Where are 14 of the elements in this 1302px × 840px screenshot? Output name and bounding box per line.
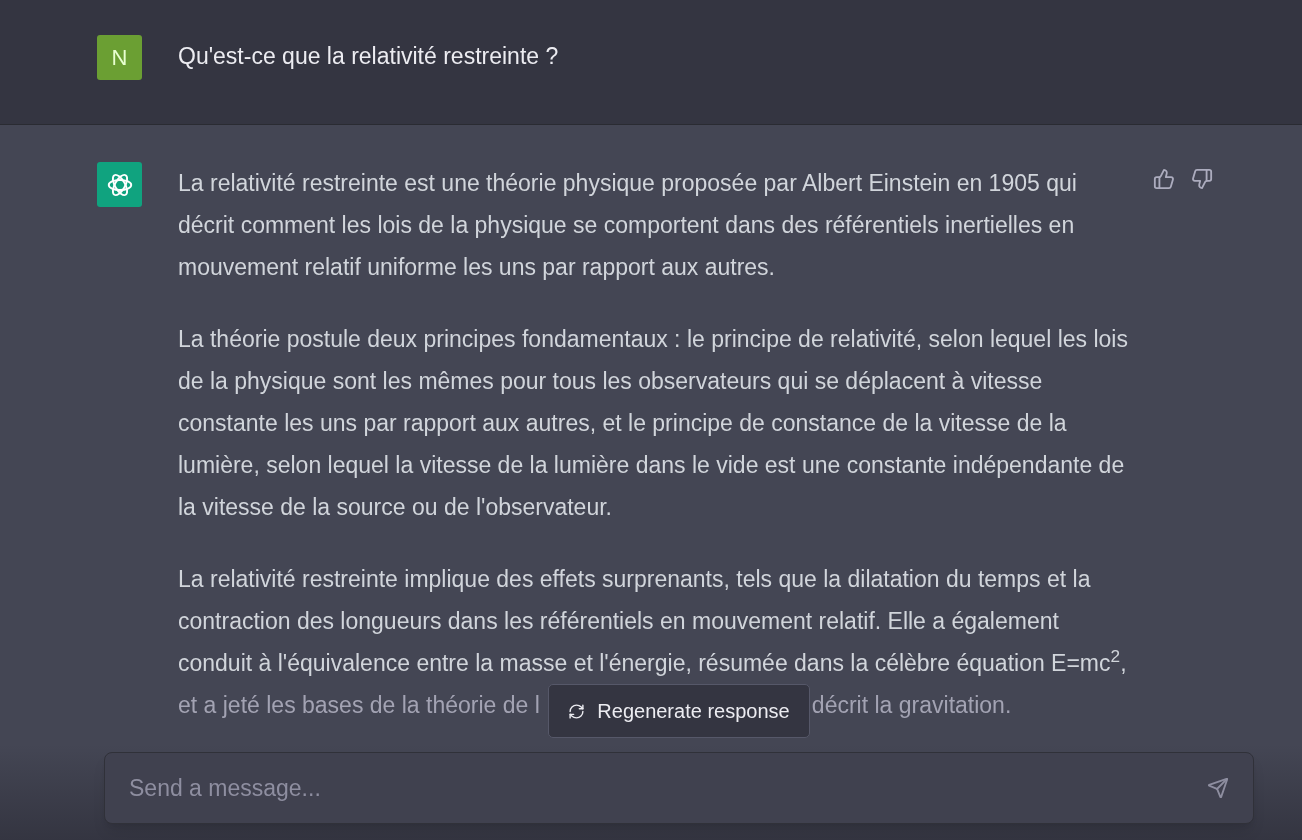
answer-paragraph: La relativité restreinte implique des effets surprenants, tels que la dilatation du temps et la contraction des longueurs dans les référentiels en mouvement relatif. Elle a également conduit à l'équivalence entre la masse et l'énergie, résumée dans la célèbre équation E=mc$^{2}$,: [178, 565, 1128, 678]
answer-paragraph: La relativité restreinte est une théorie physique proposée par Albert Einstein en 1905 qui décrit comment les lois de la physique se comportent dans des référentiels inertielles en mouvement relatif uniforme les uns par rapport aux autres.: [178, 169, 1078, 282]
message-input[interactable]: Send a message...: [129, 770, 1207, 806]
answer-text-fragment: décrit la gravitation.: [811, 691, 1012, 720]
send-icon[interactable]: [1207, 777, 1229, 799]
regenerate-button[interactable]: Regenerate response: [548, 684, 810, 738]
answer-paragraph: La théorie postule deux principes fondamentaux : le principe de relativité, selon lequel les lois de la physique sont les mêmes pour tous les observateurs qui se déplacent à vitesse constante les uns par rapport aux autres, et le principe de constance de la vitesse de la lumière, selon lequel la vitesse de la lumière dans le vide est une constante indépendante de la vitesse de la source ou de l'observateur.: [178, 325, 1129, 522]
message-field[interactable]: Send a message...: [104, 752, 1254, 824]
user-avatar: N: [97, 35, 142, 80]
thumbs-down-icon[interactable]: [1191, 168, 1213, 190]
refresh-icon: [568, 702, 586, 720]
thumbs-up-icon[interactable]: [1153, 168, 1175, 190]
answer-text-fragment: et a jeté les bases de la théorie de l: [178, 691, 540, 720]
user-message: Qu'est-ce que la relativité restreinte ?: [178, 42, 559, 70]
